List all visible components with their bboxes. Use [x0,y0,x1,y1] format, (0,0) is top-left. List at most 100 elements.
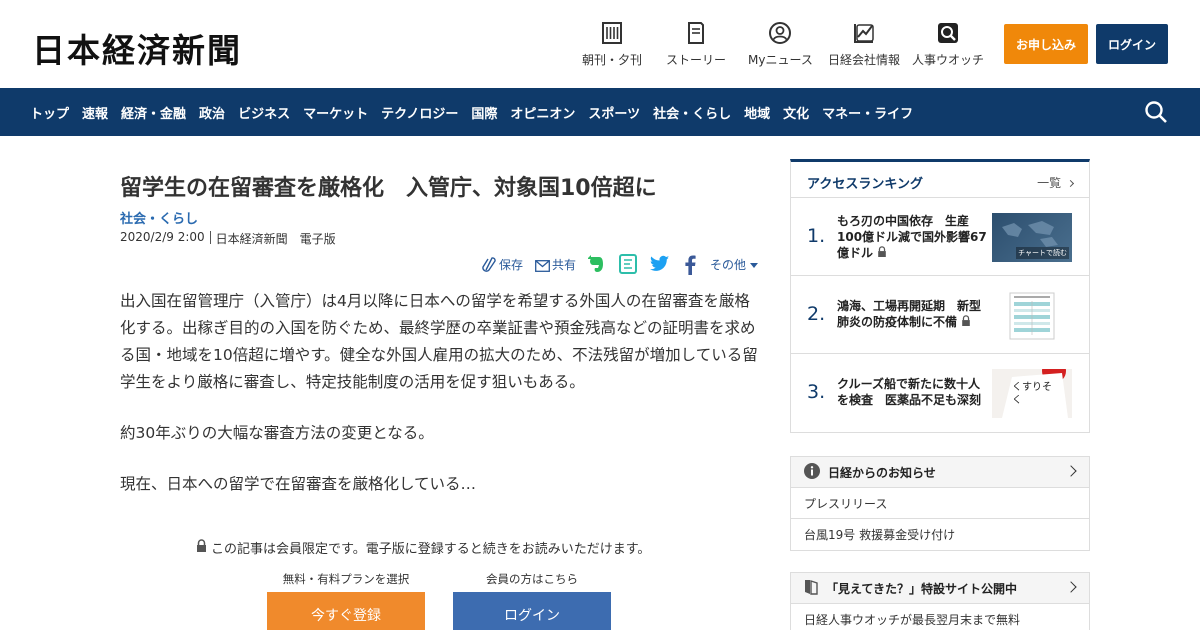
chart-icon [851,20,877,46]
ranking-thumbnail [992,291,1072,340]
chevron-right-icon [1066,179,1075,188]
ranking-header: アクセスランキング 一覧 [791,162,1089,198]
evernote-icon[interactable] [587,254,605,278]
promo-box: 「見えてきた？」特設サイト公開中 日経人事ウオッチが最長翌月末まで無料 [790,572,1090,630]
nav-item[interactable]: 政治 [199,103,225,122]
promo-item[interactable]: 日経人事ウオッチが最長翌月末まで無料 [791,604,1089,630]
nav-item[interactable]: 社会・くらし [653,103,731,122]
article-category[interactable]: 社会・くらし [120,208,198,227]
paywall-note: この記事は会員限定です。電子版に登録すると続きをお読みいただけます。 [196,538,650,557]
ranking-number: 2. [807,303,826,325]
article-meta: 2020/2/9 2:00 日本経済新聞 電子版 [120,230,336,247]
ranking-thumbnail: チャートで読む [992,213,1072,262]
nav-item[interactable]: スポーツ [588,103,640,122]
book-icon [683,20,709,46]
chevron-right-icon [1065,581,1077,593]
ranking-item[interactable]: 3. クルーズ船で新たに数十人を検査 医薬品不足も深刻 くすりそく [791,354,1089,432]
ranking-item-title: 鴻海、工場再開延期 新型肺炎の防疫体制に不備 [837,298,987,330]
notices-header[interactable]: 日経からのお知らせ [791,457,1089,488]
header-nav-label: 朝刊・夕刊 [582,53,643,67]
user-icon [767,20,793,46]
ranking-more-label: 一覧 [1037,176,1062,190]
paywall-text: この記事は会員限定です。電子版に登録すると続きをお読みいただけます。 [211,542,651,557]
member-login-button[interactable]: ログイン [453,592,611,630]
search-icon[interactable] [1144,100,1168,124]
promo-header[interactable]: 「見えてきた？」特設サイト公開中 [791,573,1089,604]
article-paragraph: 出入国在留管理庁（入管庁）は4月以降に日本への留学を希望する外国人の在留審査を厳… [120,292,758,391]
notices-title: 日経からのお知らせ [828,465,936,480]
nav-item[interactable]: マーケット [303,103,368,122]
nav-item[interactable]: 国際 [471,103,497,122]
nav-item[interactable]: トップ [30,103,69,122]
search-person-icon [935,20,961,46]
nav-item[interactable]: 文化 [783,103,809,122]
article-date: 2020/2/9 2:00 [120,230,205,244]
header-nav-paper[interactable]: 朝刊・夕刊 [582,20,642,68]
header-nav-jinji[interactable]: 人事ウオッチ [912,20,984,68]
ranking-number: 1. [807,225,826,247]
header-nav-story[interactable]: ストーリー [666,20,726,68]
article-paragraph: 現在、日本への留学で在留審査を厳格化している… [120,475,477,493]
article-body: 出入国在留管理庁（入管庁）は4月以降に日本への留学を希望する外国人の在留審査を厳… [120,288,760,522]
share-toolbar: 保存 共有 その他 [480,254,760,276]
notice-item[interactable]: 台風19号 救援募金受け付け [791,519,1089,550]
category-list: トップ 速報 経済・金融 政治 ビジネス マーケット テクノロジー 国際 オピニ… [30,88,926,136]
ranking-item-title-text: もろ刃の中国依存 生産100億ドル減で国外影響67億ドル [837,214,987,260]
nav-item[interactable]: 地域 [744,103,770,122]
info-icon [804,462,820,482]
nav-item[interactable]: ビジネス [238,103,290,122]
more-share-label: その他 [710,258,747,272]
plan-label: 無料・有料プランを選択 [282,572,410,586]
site-header: 日本経済新聞 朝刊・夕刊 ストーリー Myニュース 日経会社情報 人事ウオッチ … [0,0,1200,88]
share-button[interactable]: 共有 [552,256,576,273]
nav-item[interactable]: 経済・金融 [121,103,186,122]
promo-icon [804,579,818,598]
site-logo[interactable]: 日本経済新聞 [32,24,242,72]
twitter-icon[interactable] [650,255,670,277]
caret-down-icon [749,263,758,268]
lock-icon [196,539,207,556]
newspaper-icon [599,20,625,46]
article-paragraph: 約30年ぶりの大幅な審査方法の変更となる。 [120,424,434,442]
nav-item[interactable]: 速報 [82,103,108,122]
member-label: 会員の方はこちら [486,572,578,586]
apply-button[interactable]: お申し込み [1004,24,1088,64]
thumbnail-caption: チャートで読む [1016,247,1069,259]
header-nav-label: 人事ウオッチ [912,53,985,67]
ranking-more-link[interactable]: 一覧 [1037,174,1075,191]
article-source: 日本経済新聞 電子版 [215,232,336,246]
ranking-number: 3. [807,381,826,403]
ranking-item-title: もろ刃の中国依存 生産100億ドル減で国外影響67億ドル [837,213,987,261]
more-share-button[interactable]: その他 [710,256,758,273]
login-button[interactable]: ログイン [1096,24,1168,64]
ranking-item-title-text: 鴻海、工場再開延期 新型肺炎の防疫体制に不備 [837,299,982,329]
lock-icon [961,315,971,329]
note-icon[interactable] [619,254,637,278]
access-ranking: アクセスランキング 一覧 1. もろ刃の中国依存 生産100億ドル減で国外影響6… [790,159,1090,433]
header-nav-label: ストーリー [666,53,727,67]
header-nav-label: Myニュース [748,53,813,67]
ranking-item-title: クルーズ船で新たに数十人を検査 医薬品不足も深刻 [837,377,982,407]
facebook-icon[interactable] [684,255,696,279]
lock-icon [877,246,887,260]
nav-item[interactable]: オピニオン [510,103,575,122]
register-button[interactable]: 今すぐ登録 [267,592,425,630]
bookmark-icon[interactable] [482,256,496,276]
category-navbar: トップ 速報 経済・金融 政治 ビジネス マーケット テクノロジー 国際 オピニ… [0,88,1200,136]
ranking-thumbnail: くすりそく [992,369,1072,418]
header-nav-company[interactable]: 日経会社情報 [828,20,900,68]
header-nav-mynews[interactable]: Myニュース [748,20,813,68]
meta-divider [209,231,211,244]
promo-title: 「見えてきた？」特設サイト公開中 [826,581,1018,596]
save-button[interactable]: 保存 [499,256,523,273]
header-nav-label: 日経会社情報 [828,53,901,67]
nav-item[interactable]: テクノロジー [381,103,458,122]
mail-icon[interactable] [535,257,550,276]
notices-box: 日経からのお知らせ プレスリリース 台風19号 救援募金受け付け [790,456,1090,551]
ranking-item[interactable]: 2. 鴻海、工場再開延期 新型肺炎の防疫体制に不備 [791,276,1089,354]
ranking-item[interactable]: 1. もろ刃の中国依存 生産100億ドル減で国外影響67億ドル チャートで読む [791,198,1089,276]
thumbnail-caption: くすりそく [1012,382,1052,406]
notice-item[interactable]: プレスリリース [791,488,1089,519]
nav-item[interactable]: マネー・ライフ [822,103,913,122]
chevron-right-icon [1065,465,1077,477]
